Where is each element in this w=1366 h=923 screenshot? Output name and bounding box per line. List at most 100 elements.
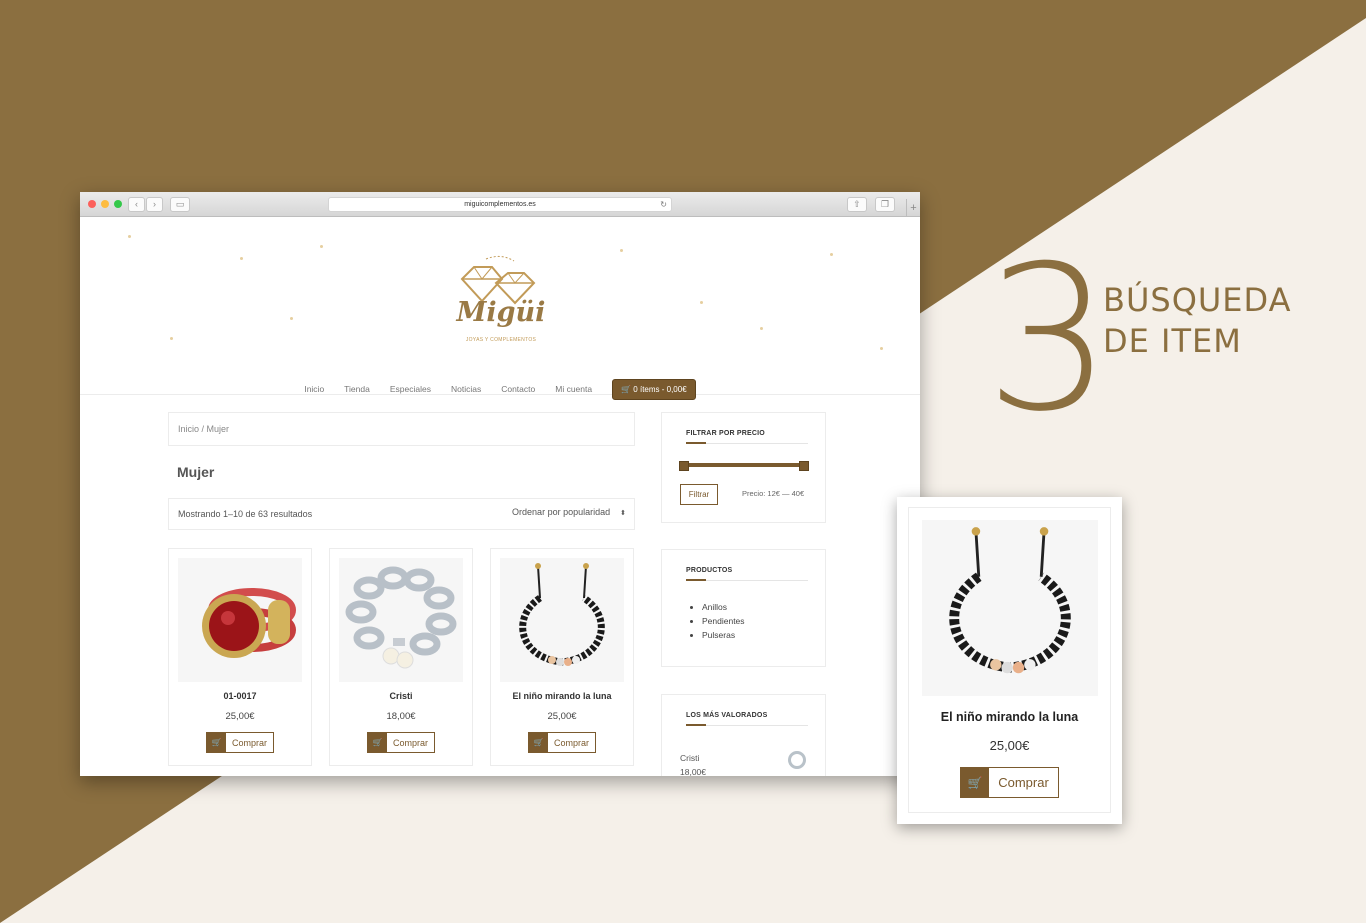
buy-label: Comprar (553, 737, 589, 748)
page-title: Mujer (177, 464, 215, 480)
zoomed-add-to-cart-button[interactable]: 🛒 Comprar (960, 767, 1059, 798)
buy-label: Comprar (231, 737, 267, 748)
logo-tagline: JOYAS Y COMPLEMENTOS (465, 337, 537, 343)
nav-item-noticias[interactable]: Noticias (451, 384, 481, 394)
product-image[interactable] (500, 558, 624, 682)
tabs-icon[interactable]: ❐ (875, 197, 895, 212)
buy-label: Comprar (998, 775, 1049, 790)
product-name[interactable]: Cristi (330, 691, 472, 701)
sparkle-decor (320, 245, 323, 248)
sort-label: Ordenar por popularidad (512, 507, 611, 517)
product-price: 25,00€ (547, 711, 577, 722)
sparkle-decor (170, 337, 173, 340)
add-to-cart-button[interactable]: 🛒 Comprar (205, 732, 274, 753)
category-link-anillos[interactable]: Anillos (702, 600, 825, 614)
sparkle-decor (128, 235, 131, 238)
select-caret-icon: ⬍ (620, 510, 626, 517)
sparkle-decor (760, 327, 763, 330)
widget-rule (686, 724, 808, 726)
address-bar[interactable]: miguicomplementos.es ↻ (328, 197, 672, 212)
maximize-window-button[interactable] (114, 200, 122, 208)
add-to-cart-button[interactable]: 🛒 Comprar (527, 732, 596, 753)
results-bar: Mostrando 1–10 de 63 resultados Ordenar … (168, 498, 635, 530)
category-link-pendientes[interactable]: Pendientes (702, 614, 825, 628)
top-rated-widget: LOS MÁS VALORADOS Cristi 18,00€ (661, 694, 826, 776)
add-to-cart-button[interactable]: 🛒 Comprar (366, 732, 435, 753)
nav-item-inicio[interactable]: Inicio (304, 384, 324, 394)
back-icon[interactable]: ‹ (128, 197, 145, 212)
product-price: 25,00€ (225, 711, 255, 722)
product-name[interactable]: 01-0017 (169, 691, 311, 701)
product-card[interactable]: 01-0017 25,00€ 🛒 Comprar (168, 548, 312, 766)
price-filter-widget: FILTRAR POR PRECIO Filtrar Precio: 12€ —… (661, 412, 826, 523)
sparkle-decor (240, 257, 243, 260)
nav-item-contacto[interactable]: Contacto (501, 384, 535, 394)
sparkle-decor (880, 347, 883, 350)
widget-title: PRODUCTOS (686, 567, 733, 574)
widget-rule (686, 579, 808, 581)
buy-label: Comprar (392, 737, 428, 748)
site-header: Migüi JOYAS Y COMPLEMENTOS Inicio Tienda… (80, 217, 920, 400)
category-list: Anillos Pendientes Pulseras (702, 600, 825, 642)
sort-select[interactable]: Ordenar por popularidad ⬍ (512, 507, 626, 517)
share-icon[interactable]: ⇧ (847, 197, 867, 212)
zoomed-product-price: 25,00€ (989, 738, 1030, 753)
filter-button[interactable]: Filtrar (680, 484, 718, 505)
cart-icon: 🛒 (621, 384, 632, 394)
widget-rule (686, 442, 808, 444)
sparkle-decor (620, 249, 623, 252)
results-count: Mostrando 1–10 de 63 resultados (178, 509, 313, 519)
product-price: 18,00€ (386, 711, 416, 722)
step-title: BÚSQUEDA DE ITEM (1103, 280, 1291, 362)
zoomed-product[interactable]: El niño mirando la luna 25,00€ 🛒 Comprar (908, 507, 1111, 813)
cart-button[interactable]: 🛒 0 ítems - 0,00€ (612, 378, 696, 400)
sparkle-decor (700, 301, 703, 304)
cord-bracelet-image-icon (948, 527, 1071, 674)
cart-icon: 🛒 (961, 768, 990, 797)
browser-window: ‹ › ▭ miguicomplementos.es ↻ ⇧ ❐ + Migüi… (80, 192, 920, 776)
product-image[interactable] (178, 558, 302, 682)
step-title-line2: DE ITEM (1103, 322, 1242, 360)
reload-icon[interactable]: ↻ (660, 198, 667, 211)
step-title-line1: BÚSQUEDA (1103, 281, 1292, 319)
cord-bracelet-image-icon (519, 563, 605, 666)
zoomed-product-image[interactable] (921, 520, 1098, 696)
cart-icon: 🛒 (206, 733, 226, 752)
top-rated-thumbnail[interactable] (788, 751, 806, 769)
zoomed-product-card: El niño mirando la luna 25,00€ 🛒 Comprar (897, 497, 1122, 824)
widget-title: LOS MÁS VALORADOS (686, 712, 768, 719)
price-slider[interactable] (679, 461, 809, 471)
product-card[interactable]: El niño mirando la luna 25,00€ 🛒 Comprar (490, 548, 634, 766)
product-name[interactable]: El niño mirando la luna (491, 691, 633, 701)
widget-title: FILTRAR POR PRECIO (686, 430, 765, 437)
top-rated-item-price: 18,00€ (680, 767, 706, 776)
zoomed-product-name[interactable]: El niño mirando la luna (909, 710, 1110, 724)
product-image[interactable] (339, 558, 463, 682)
nav-item-tienda[interactable]: Tienda (344, 384, 370, 394)
ring-image-icon (202, 588, 296, 658)
category-link-pulseras[interactable]: Pulseras (702, 628, 825, 642)
sidebar-icon[interactable]: ▭ (170, 197, 190, 212)
browser-toolbar: ‹ › ▭ miguicomplementos.es ↻ ⇧ ❐ + (80, 192, 920, 217)
main-nav: Inicio Tienda Especiales Noticias Contac… (80, 378, 920, 400)
cart-icon: 🛒 (367, 733, 387, 752)
site-logo[interactable]: Migüi JOYAS Y COMPLEMENTOS (456, 251, 546, 351)
new-tab-icon[interactable]: + (906, 199, 920, 217)
product-card[interactable]: Cristi 18,00€ 🛒 Comprar (329, 548, 473, 766)
nav-item-especiales[interactable]: Especiales (390, 384, 431, 394)
logo-name: Migüi (456, 297, 546, 328)
top-rated-item-name[interactable]: Cristi (680, 753, 699, 763)
close-window-button[interactable] (88, 200, 96, 208)
step-number: 3 (985, 223, 1113, 456)
chain-bracelet-image-icon (345, 566, 457, 669)
categories-widget: PRODUCTOS Anillos Pendientes Pulseras (661, 549, 826, 667)
forward-icon[interactable]: › (146, 197, 163, 212)
nav-item-mi-cuenta[interactable]: Mi cuenta (555, 384, 592, 394)
sparkle-decor (830, 253, 833, 256)
sparkle-decor (290, 317, 293, 320)
cart-label: 0 ítems - 0,00€ (633, 384, 687, 394)
breadcrumb[interactable]: Inicio / Mujer (168, 412, 635, 446)
url-text: miguicomplementos.es (464, 201, 536, 208)
price-range-label: Precio: 12€ — 40€ (742, 489, 805, 498)
minimize-window-button[interactable] (101, 200, 109, 208)
